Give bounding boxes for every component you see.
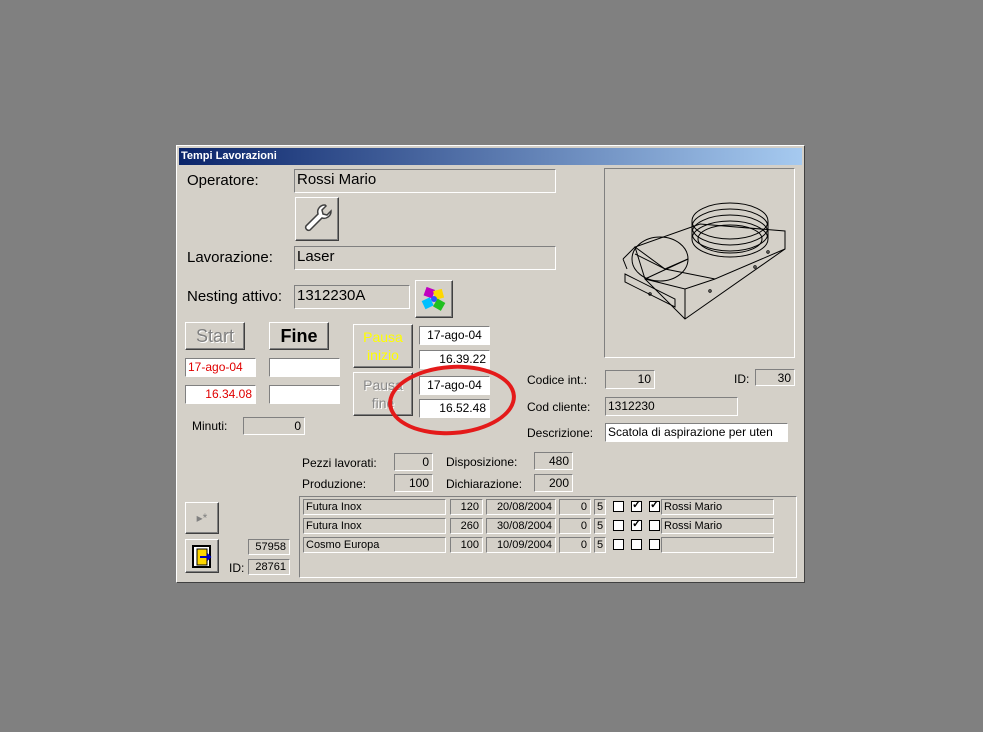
cod-cliente-field[interactable]: 1312230 — [605, 397, 738, 416]
exit-door-icon — [192, 545, 212, 568]
order-checkbox-2[interactable]: ✓ — [631, 518, 642, 531]
produzione-label: Produzione: — [302, 477, 367, 491]
cod-cliente-label: Cod cliente: — [527, 400, 591, 414]
order-checkbox-2[interactable]: ✓ — [631, 499, 642, 512]
id-top-field[interactable]: 30 — [755, 369, 795, 386]
order-checkbox-1[interactable] — [613, 539, 624, 550]
tempi-lavorazioni-window: Tempi Lavorazioni Operatore: Rossi Mario… — [176, 145, 805, 583]
nesting-label: Nesting attivo: — [187, 288, 283, 305]
order-n-cell[interactable]: 0 — [559, 518, 591, 534]
checkmark-icon: ✓ — [632, 518, 642, 530]
codice-int-label: Codice int.: — [527, 373, 588, 387]
pausa-inizio-date-field[interactable]: 17-ago-04 — [419, 326, 490, 345]
pezzi-lavorati-label: Pezzi lavorati: — [302, 456, 377, 470]
order-qty-cell[interactable]: 100 — [450, 537, 483, 553]
order-date-cell[interactable]: 20/08/2004 — [486, 499, 556, 515]
fine-date-field[interactable] — [269, 358, 340, 377]
descrizione-label: Descrizione: — [527, 426, 594, 440]
order-cliente-cell[interactable]: Futura Inox — [303, 518, 446, 534]
order-date-cell[interactable]: 10/09/2004 — [486, 537, 556, 553]
order-operatore-cell[interactable]: Rossi Mario — [661, 499, 774, 515]
order-checkbox-3[interactable]: ✓ — [649, 499, 660, 512]
disposizione-field[interactable]: 480 — [534, 452, 573, 470]
tool-button[interactable] — [295, 197, 339, 241]
minuti-field[interactable]: 0 — [243, 417, 305, 435]
nesting-button[interactable] — [415, 280, 453, 318]
order-k-cell[interactable]: 5 — [594, 537, 606, 553]
pausa-inizio-button[interactable]: Pausa inizio — [353, 324, 413, 368]
order-date-cell[interactable]: 30/08/2004 — [486, 518, 556, 534]
start-date-field[interactable]: 17-ago-04 — [185, 358, 256, 377]
operatore-label: Operatore: — [187, 172, 259, 189]
start-time-field[interactable]: 16.34.08 — [185, 385, 256, 404]
order-operatore-cell[interactable]: Rossi Mario — [661, 518, 774, 534]
table-row: Futura Inox 260 30/08/2004 0 5 ✓ Rossi Mario — [300, 518, 796, 536]
puzzle-icon — [421, 286, 446, 311]
id-top-label: ID: — [734, 372, 750, 386]
wrench-icon — [304, 204, 332, 232]
pezzi-lavorati-field[interactable]: 0 — [394, 453, 433, 471]
id-bottom-label: ID: — [229, 561, 245, 575]
new-record-button[interactable]: ▸* — [185, 502, 219, 534]
descrizione-field[interactable]: Scatola di aspirazione per uten — [605, 423, 788, 442]
produzione-field[interactable]: 100 — [394, 474, 433, 492]
order-checkbox-1[interactable] — [613, 520, 624, 531]
order-operatore-cell[interactable] — [661, 537, 774, 553]
operatore-field[interactable]: Rossi Mario — [294, 169, 556, 193]
order-checkbox-3[interactable] — [649, 539, 660, 550]
id-bottom-field[interactable]: 28761 — [248, 559, 290, 575]
order-k-cell[interactable]: 5 — [594, 499, 606, 515]
order-qty-cell[interactable]: 260 — [450, 518, 483, 534]
order-checkbox-3[interactable] — [649, 520, 660, 531]
minuti-label: Minuti: — [192, 419, 228, 433]
order-n-cell[interactable]: 0 — [559, 499, 591, 515]
fine-time-field[interactable] — [269, 385, 340, 404]
checkmark-icon: ✓ — [650, 499, 660, 511]
nesting-field[interactable]: 1312230A — [294, 285, 410, 309]
orders-subform: Futura Inox 120 20/08/2004 0 5 ✓ ✓ Rossi Mario F… — [299, 496, 797, 578]
table-row: Cosmo Europa 100 10/09/2004 0 5 — [300, 537, 796, 555]
checkmark-icon: ✓ — [632, 499, 642, 511]
record-number-field[interactable]: 57958 — [248, 539, 290, 555]
order-cliente-cell[interactable]: Futura Inox — [303, 499, 446, 515]
fine-button[interactable]: Fine — [269, 322, 329, 350]
order-k-cell[interactable]: 5 — [594, 518, 606, 534]
start-button[interactable]: Start — [185, 322, 245, 350]
dichiarazione-field[interactable]: 200 — [534, 474, 573, 492]
order-qty-cell[interactable]: 120 — [450, 499, 483, 515]
codice-int-field[interactable]: 10 — [605, 370, 655, 389]
window-title: Tempi Lavorazioni — [179, 148, 802, 165]
part-drawing — [604, 168, 795, 358]
order-checkbox-1[interactable] — [613, 501, 624, 512]
disposizione-label: Disposizione: — [446, 455, 518, 469]
exit-button[interactable] — [185, 539, 219, 573]
lavorazione-label: Lavorazione: — [187, 249, 273, 266]
table-row: Futura Inox 120 20/08/2004 0 5 ✓ ✓ Rossi Mario — [300, 499, 796, 517]
new-record-icon: ▸* — [196, 511, 208, 525]
order-n-cell[interactable]: 0 — [559, 537, 591, 553]
order-checkbox-2[interactable] — [631, 539, 642, 550]
part-drawing-image — [622, 202, 786, 320]
order-cliente-cell[interactable]: Cosmo Europa — [303, 537, 446, 553]
lavorazione-field[interactable]: Laser — [294, 246, 556, 270]
dichiarazione-label: Dichiarazione: — [446, 477, 523, 491]
